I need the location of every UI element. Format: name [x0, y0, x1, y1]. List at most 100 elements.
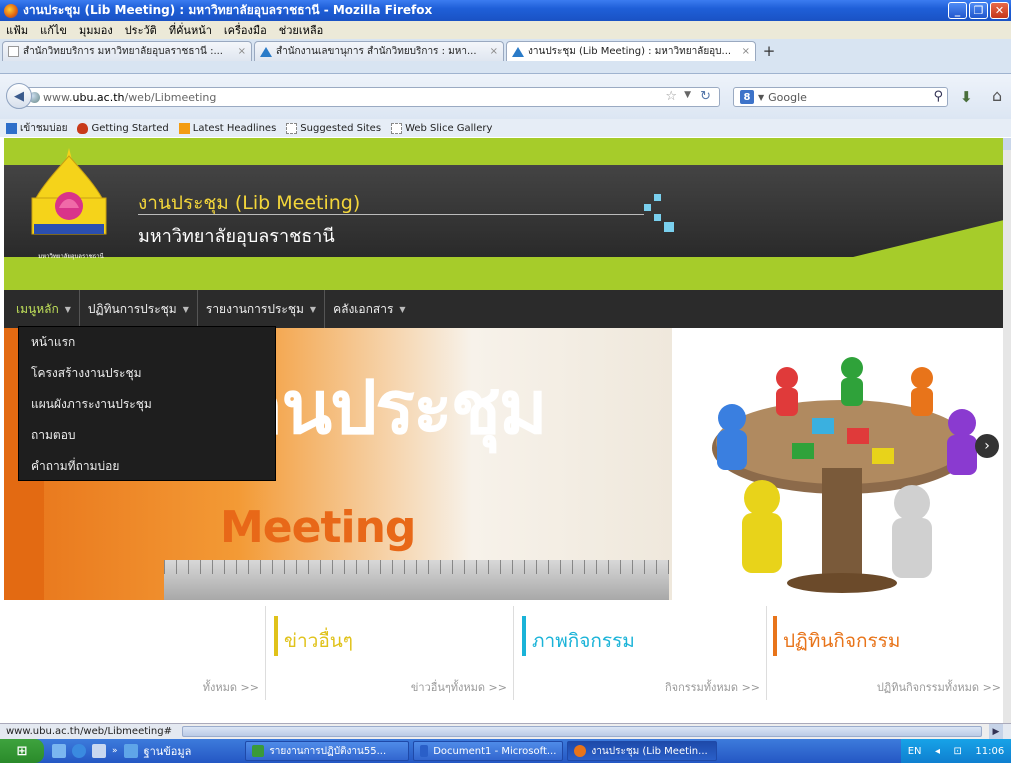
vertical-scrollbar[interactable] [1003, 138, 1011, 723]
bookmark-star-icon[interactable]: ☆ [665, 89, 677, 104]
taskbar-item-excel[interactable]: รายงานการปฏิบัติงาน55... [245, 741, 410, 761]
dropdown-item-qa[interactable]: ถามตอบ [19, 420, 275, 451]
tab-label: สำนักงานเลขานุการ สำนักวิทยบริการ : มหา.… [276, 46, 477, 57]
section-other-news: ข่าวอื่นๆ ข่าวอื่นๆทั้งหมด >> [266, 606, 514, 700]
dropdown-item-faq[interactable]: คำถามที่ถามบ่อย [19, 451, 275, 482]
content-sections: ทั้งหมด >> ข่าวอื่นๆ ข่าวอื่นๆทั้งหมด >>… [4, 600, 1003, 710]
nav-label: เมนูหลัก [16, 301, 59, 316]
ie-icon[interactable] [72, 744, 86, 758]
slider-next-button[interactable]: › [975, 434, 999, 458]
section-title[interactable]: ภาพกิจกรรม [522, 626, 635, 656]
bookmark-web-slice-gallery[interactable]: Web Slice Gallery [391, 122, 492, 134]
search-box[interactable]: 8 ▼ Google ⚲ [733, 87, 948, 107]
section-view-all-link[interactable]: ทั้งหมด >> [203, 678, 259, 696]
university-logo[interactable] [26, 146, 112, 246]
page-icon [286, 122, 298, 134]
new-tab-button[interactable]: + [758, 41, 780, 61]
dropdown-arrow-icon[interactable]: ▼ [684, 90, 691, 100]
database-icon [123, 744, 138, 758]
menu-tools[interactable]: เครื่องมือ [224, 21, 267, 39]
app-icon[interactable] [92, 744, 106, 758]
nav-document-archive[interactable]: คลังเอกสาร ▼ [325, 290, 413, 328]
address-bar[interactable]: www. ubu.ac.th/web/Libmeeting ☆ ▼ ↻ [24, 87, 720, 107]
bookmark-latest-headlines[interactable]: Latest Headlines [178, 122, 276, 134]
bookmark-getting-started[interactable]: Getting Started [77, 122, 169, 134]
close-tab-icon[interactable]: × [742, 46, 750, 57]
menu-bar: แฟ้ม แก้ไข มุมมอง ประวัติ ที่คั่นหน้า เค… [0, 21, 1011, 39]
tab-1[interactable]: สำนักวิทยบริการ มหาวิทยาลัยอุบลราชธานี :… [2, 41, 252, 61]
taskbar-item-firefox[interactable]: งานประชุม (Lib Meetin... [567, 741, 718, 761]
dropdown-item-home[interactable]: หน้าแรก [19, 327, 275, 358]
ruler-image [164, 560, 669, 600]
tab-3[interactable]: งานประชุม (Lib Meeting) : มหาวิทยาลัยอุบ… [506, 41, 756, 61]
window-title: งานประชุม (Lib Meeting) : มหาวิทยาลัยอุบ… [23, 3, 433, 17]
scroll-right-icon[interactable]: ▶ [989, 724, 1003, 739]
language-indicator[interactable]: EN [908, 746, 922, 757]
section-title[interactable]: ปฏิทินกิจกรรม [773, 626, 900, 656]
section-view-all-link[interactable]: ปฏิทินกิจกรรมทั้งหมด >> [877, 678, 1001, 696]
menu-history[interactable]: ประวัติ [125, 21, 157, 39]
search-icon[interactable]: ⚲ [933, 89, 943, 104]
task-label: งานประชุม (Lib Meetin... [591, 745, 708, 757]
clock[interactable]: 11:06 [975, 746, 1004, 757]
home-icon[interactable]: ⌂ [992, 86, 1002, 105]
chevron-down-icon: ▼ [182, 304, 189, 314]
section-title[interactable]: ข่าวอื่นๆ [274, 626, 353, 656]
quick-database-label[interactable]: ฐานข้อมูล [144, 742, 192, 760]
decor-square [654, 214, 661, 221]
back-button[interactable]: ◀ [6, 83, 32, 109]
bookmark-suggested-sites[interactable]: Suggested Sites [286, 122, 381, 134]
tray-arrow-icon[interactable]: ◂ [935, 746, 940, 757]
bookmark-most-visited[interactable]: เข้าชมบ่อย [6, 121, 67, 136]
menu-bookmarks[interactable]: ที่คั่นหน้า [169, 21, 212, 39]
menu-view[interactable]: มุมมอง [79, 21, 113, 39]
search-placeholder: Google [768, 90, 807, 104]
close-button[interactable]: ✕ [990, 2, 1009, 19]
site-logo-icon [512, 46, 524, 57]
excel-icon [252, 745, 265, 757]
reload-icon[interactable]: ↻ [700, 89, 711, 104]
status-url: www.ubu.ac.th/web/Libmeeting# [6, 726, 172, 737]
site-subtitle: มหาวิทยาลัยอุบลราชธานี [138, 226, 335, 247]
menu-help[interactable]: ช่วยเหลือ [279, 21, 323, 39]
minimize-button[interactable]: _ [948, 2, 967, 19]
chevron-down-icon: ▼ [64, 304, 71, 314]
search-engine-dropdown-icon[interactable]: ▼ [758, 93, 764, 102]
network-icon[interactable]: ⊡ [954, 746, 962, 757]
download-icon[interactable]: ⬇ [960, 88, 973, 106]
scroll-up-icon[interactable] [1003, 138, 1011, 150]
taskbar-item-word[interactable]: Document1 - Microsoft... [413, 741, 564, 761]
nav-main-menu[interactable]: เมนูหลัก ▼ [4, 290, 80, 328]
section-view-all-link[interactable]: ข่าวอื่นๆทั้งหมด >> [411, 678, 507, 696]
close-tab-icon[interactable]: × [490, 46, 498, 57]
nav-label: รายงานการประชุม [205, 301, 304, 316]
url-path: /web/Libmeeting [124, 90, 217, 104]
dropdown-item-workload-chart[interactable]: แผนผังภาระงานประชุม [19, 389, 275, 420]
task-label: Document1 - Microsoft... [433, 745, 557, 757]
dropdown-item-structure[interactable]: โครงสร้างงานประชุม [19, 358, 275, 389]
main-menu-dropdown: หน้าแรก โครงสร้างงานประชุม แผนผังภาระงาน… [18, 326, 276, 481]
menu-file[interactable]: แฟ้ม [6, 21, 28, 39]
page-icon [8, 46, 19, 57]
task-label: รายงานการปฏิบัติงาน55... [269, 745, 387, 757]
section-activity-photos: ภาพกิจกรรม กิจกรรมทั้งหมด >> [514, 606, 767, 700]
desktop-icon[interactable] [52, 744, 66, 758]
scroll-thumb[interactable] [182, 726, 982, 737]
horizontal-scrollbar[interactable]: ▶ [182, 723, 1003, 739]
tab-2[interactable]: สำนักงานเลขานุการ สำนักวิทยบริการ : มหา.… [254, 41, 504, 61]
menu-edit[interactable]: แก้ไข [40, 21, 67, 39]
section-news: ทั้งหมด >> [4, 606, 266, 700]
start-button[interactable]: ⊞ [0, 739, 44, 763]
rss-icon [178, 122, 190, 134]
nav-meeting-reports[interactable]: รายงานการประชุม ▼ [198, 290, 326, 328]
close-tab-icon[interactable]: × [238, 46, 246, 57]
chevron-right-icon[interactable]: » [112, 746, 118, 756]
nav-label: ปฏิทินการประชุม [87, 301, 177, 316]
section-view-all-link[interactable]: กิจกรรมทั้งหมด >> [665, 678, 760, 696]
url-domain: ubu.ac.th [72, 90, 125, 104]
hero-headline: านประชุม [242, 365, 548, 451]
page-icon [391, 122, 403, 134]
nav-meeting-calendar[interactable]: ปฏิทินการประชุม ▼ [80, 290, 198, 328]
maximize-button[interactable]: ❐ [969, 2, 988, 19]
google-icon[interactable]: 8 [740, 90, 754, 104]
